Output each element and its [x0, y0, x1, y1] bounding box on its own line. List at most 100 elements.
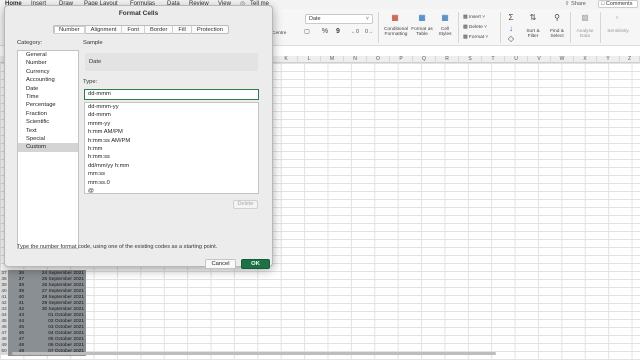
comment-icon: □: [601, 1, 605, 7]
format-code-item[interactable]: h:mm:ss AM/PM: [85, 137, 258, 145]
sample-preview: Date: [85, 53, 258, 71]
sort-filter-icon[interactable]: ⇅: [526, 13, 540, 22]
type-label: Type:: [83, 79, 98, 85]
share-button[interactable]: ⇧ Share: [565, 1, 586, 8]
column-header[interactable]: U: [505, 56, 528, 63]
comma-style-button[interactable]: 9: [334, 28, 342, 35]
category-item-accounting[interactable]: Accounting: [18, 76, 78, 84]
column-header[interactable]: S: [459, 56, 482, 63]
sensitivity-icon[interactable]: ▫: [610, 13, 624, 22]
dialog-tabs: Number Alignment Font Border Fill Protec…: [53, 25, 229, 34]
format-code-item[interactable]: mm:ss: [85, 170, 258, 178]
column-header[interactable]: N: [344, 56, 367, 63]
column-header[interactable]: Q: [413, 56, 436, 63]
ribbon-separator: [500, 12, 501, 43]
tab-border[interactable]: Border: [145, 26, 174, 34]
ribbon-separator: [378, 12, 379, 43]
format-code-item[interactable]: dd-mmm-yy: [85, 103, 258, 111]
category-item-fraction[interactable]: Fraction: [18, 110, 78, 118]
column-header[interactable]: P: [390, 56, 413, 63]
fill-icon[interactable]: ↓: [506, 24, 516, 33]
insert-cells-button[interactable]: ▩ Insert ˅: [463, 15, 497, 20]
sort-filter-label[interactable]: Sort & Filter: [522, 29, 544, 39]
horizontal-scrollbar[interactable]: [12, 352, 496, 355]
merge-centre-label[interactable]: Centre: [272, 31, 296, 36]
share-icon: ⇧: [565, 1, 570, 7]
autosum-icon[interactable]: Σ: [506, 13, 516, 22]
column-header[interactable]: K: [275, 56, 298, 63]
row-number[interactable]: 50: [0, 348, 8, 355]
column-header[interactable]: O: [367, 56, 390, 63]
category-label: Category:: [17, 40, 43, 46]
comments-button[interactable]: □ Comments: [598, 0, 638, 8]
format-code-list[interactable]: dd-mmm-yy dd-mmm mmm-yy h:mm AM/PM h:mm:…: [84, 102, 259, 194]
format-code-item[interactable]: h:mm AM/PM: [85, 128, 258, 136]
clear-icon[interactable]: ◇: [506, 34, 516, 43]
column-header[interactable]: R: [436, 56, 459, 63]
category-item-custom[interactable]: Custom: [18, 143, 78, 152]
ok-button[interactable]: OK: [241, 259, 270, 269]
conditional-formatting-icon[interactable]: ▦: [388, 13, 402, 22]
tab-alignment[interactable]: Alignment: [86, 26, 123, 34]
tab-font[interactable]: Font: [122, 26, 146, 34]
share-label: Share: [571, 1, 586, 7]
sensitivity-label[interactable]: Sensitivity: [604, 29, 632, 34]
category-item-scientific[interactable]: Scientific: [18, 118, 78, 126]
category-item-percentage[interactable]: Percentage: [18, 101, 78, 109]
currency-icon[interactable]: ▢: [303, 28, 311, 35]
delete-format-button[interactable]: Delete: [233, 200, 258, 209]
category-item-special[interactable]: Special: [18, 135, 78, 143]
decrease-decimal-icon[interactable]: 0→: [364, 29, 374, 35]
format-code-item[interactable]: @: [85, 187, 258, 193]
tab-fill[interactable]: Fill: [173, 26, 192, 34]
ribbon-separator: [458, 12, 459, 43]
format-as-table-icon[interactable]: ▦: [415, 13, 429, 22]
analyse-data-label[interactable]: Analyse Data: [574, 29, 596, 39]
type-input[interactable]: dd-mmm: [84, 89, 259, 100]
column-header[interactable]: Z: [620, 56, 640, 63]
category-item-text[interactable]: Text: [18, 127, 78, 135]
cancel-button[interactable]: Cancel: [205, 259, 236, 269]
format-as-table-label[interactable]: Format as Table: [411, 27, 433, 37]
column-header[interactable]: W: [551, 56, 574, 63]
column-header[interactable]: T: [482, 56, 505, 63]
format-code-item[interactable]: dd-mmm: [85, 111, 258, 119]
format-code-item[interactable]: h:mm: [85, 145, 258, 153]
dialog-title: Format Cells: [118, 10, 159, 17]
category-item-general[interactable]: General: [18, 51, 78, 59]
format-label: Format: [468, 35, 485, 40]
category-list[interactable]: General Number Currency Accounting Date …: [17, 50, 79, 249]
tab-number[interactable]: Number: [54, 26, 86, 34]
cell-styles-label[interactable]: Cell Styles: [434, 27, 456, 37]
category-item-date[interactable]: Date: [18, 85, 78, 93]
number-format-value: Date: [309, 16, 321, 22]
cell-styles-icon[interactable]: ▦: [438, 13, 452, 22]
column-header[interactable]: X: [574, 56, 597, 63]
increase-decimal-icon[interactable]: ←0: [350, 29, 360, 35]
ribbon-separator: [570, 12, 571, 43]
tab-protection[interactable]: Protection: [192, 26, 228, 34]
delete-cells-label: Delete: [468, 25, 483, 30]
analyse-data-icon[interactable]: ▩: [578, 13, 592, 22]
percent-button[interactable]: %: [320, 28, 330, 35]
chevron-down-icon: ˅: [365, 16, 369, 22]
comments-label: Comments: [605, 1, 633, 7]
find-select-icon[interactable]: ⚲: [550, 13, 564, 22]
number-format-select[interactable]: Date ˅: [305, 14, 373, 24]
format-code-item[interactable]: mm:ss.0: [85, 179, 258, 187]
category-item-time[interactable]: Time: [18, 93, 78, 101]
column-header[interactable]: L: [298, 56, 321, 63]
conditional-formatting-label[interactable]: Conditional Formatting: [381, 27, 411, 37]
format-code-item[interactable]: h:mm:ss: [85, 153, 258, 161]
column-header[interactable]: V: [528, 56, 551, 63]
column-header[interactable]: Y: [597, 56, 620, 63]
format-code-item[interactable]: dd/mm/yy h:mm: [85, 162, 258, 170]
category-item-number[interactable]: Number: [18, 59, 78, 67]
format-code-item[interactable]: mmm-yy: [85, 120, 258, 128]
format-cells-button[interactable]: ▩ Format ˅: [463, 35, 497, 40]
category-item-currency[interactable]: Currency: [18, 68, 78, 76]
find-select-label[interactable]: Find & Select: [546, 29, 568, 39]
instruction-text: Type the number format code, using one o…: [17, 244, 218, 250]
delete-cells-button[interactable]: ▩ Delete ˅: [463, 25, 497, 30]
column-header[interactable]: M: [321, 56, 344, 63]
